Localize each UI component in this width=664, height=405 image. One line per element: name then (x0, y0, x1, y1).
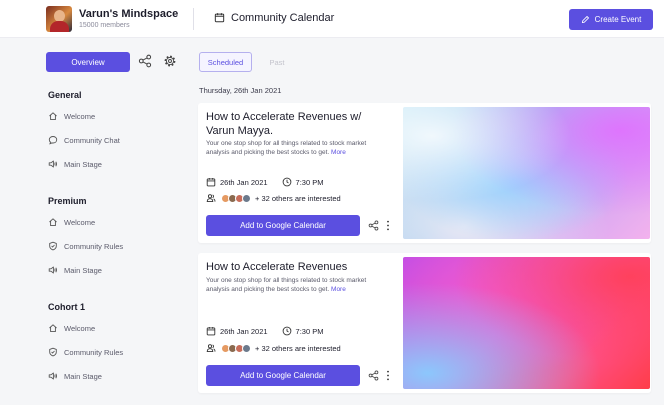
sidebar-item-label: Main Stage (64, 265, 102, 275)
tab-scheduled[interactable]: Scheduled (199, 52, 252, 72)
sidebar-section-premium: Premium (48, 196, 87, 206)
event-time: 7:30 PM (295, 177, 324, 187)
event-card[interactable]: How to Accelerate Revenues Your one stop… (198, 253, 651, 393)
share-icon[interactable] (138, 54, 152, 68)
event-title[interactable]: How to Accelerate Revenues w/ Varun Mayy… (206, 110, 391, 138)
overview-button[interactable]: Overview (46, 52, 130, 72)
users-icon (206, 193, 216, 203)
top-bar: Varun's Mindspace 15000 members Communit… (0, 0, 664, 38)
shield-icon (48, 347, 58, 357)
pencil-icon (581, 16, 589, 24)
sidebar-item-main-stage[interactable]: Main Stage (48, 263, 102, 277)
sidebar-item-label: Welcome (64, 323, 96, 333)
member-count: 15000 members (79, 22, 130, 29)
add-to-google-calendar-button[interactable]: Add to Google Calendar (206, 215, 360, 236)
avatar (242, 193, 251, 203)
event-description: Your one stop shop for all things relate… (206, 140, 386, 157)
sidebar-item-welcome[interactable]: Welcome (48, 321, 95, 335)
sidebar-item-label: Main Stage (64, 159, 102, 169)
event-banner-image (403, 107, 650, 239)
clock-icon (282, 326, 292, 336)
calendar-icon (206, 326, 216, 336)
home-icon (48, 217, 58, 227)
sidebar-item-welcome[interactable]: Welcome (48, 109, 95, 123)
calendar-icon (214, 12, 225, 23)
event-meta: 26th Jan 2021 7:30 PM (206, 177, 323, 187)
header-divider (193, 8, 194, 30)
date-heading: Thursday, 26th Jan 2021 (199, 86, 282, 95)
community-name[interactable]: Varun's Mindspace (79, 8, 178, 20)
more-link[interactable]: More (331, 149, 346, 156)
calendar-icon (206, 177, 216, 187)
interested-users: + 32 others are interested (206, 343, 341, 353)
event-date: 26th Jan 2021 (220, 177, 268, 187)
sidebar-item-label: Welcome (64, 111, 96, 121)
create-event-label: Create Event (594, 15, 642, 24)
sidebar-item-main-stage[interactable]: Main Stage (48, 369, 102, 383)
event-description: Your one stop shop for all things relate… (206, 277, 386, 294)
sidebar-section-cohort-1: Cohort 1 (48, 302, 85, 312)
sidebar-item-community-chat[interactable]: Community Chat (48, 133, 120, 147)
event-meta: 26th Jan 2021 7:30 PM (206, 326, 323, 336)
more-options-icon[interactable] (386, 370, 390, 381)
avatar (242, 343, 251, 353)
event-card[interactable]: How to Accelerate Revenues w/ Varun Mayy… (198, 103, 651, 243)
clock-icon (282, 177, 292, 187)
sidebar-item-label: Community Rules (64, 241, 124, 251)
share-icon[interactable] (368, 370, 379, 381)
sidebar-item-label: Community Chat (64, 135, 120, 145)
speaker-icon (48, 265, 58, 275)
community-avatar[interactable] (46, 6, 72, 32)
speaker-icon (48, 371, 58, 381)
sidebar-item-label: Community Rules (64, 347, 124, 357)
sidebar-item-community-rules[interactable]: Community Rules (48, 345, 123, 359)
more-link[interactable]: More (331, 286, 346, 293)
home-icon (48, 323, 58, 333)
share-icon[interactable] (368, 220, 379, 231)
users-icon (206, 343, 216, 353)
home-icon (48, 111, 58, 121)
sidebar-item-welcome[interactable]: Welcome (48, 215, 95, 229)
event-title[interactable]: How to Accelerate Revenues (206, 260, 391, 274)
more-options-icon[interactable] (386, 220, 390, 231)
sidebar-item-community-rules[interactable]: Community Rules (48, 239, 123, 253)
event-banner-image (403, 257, 650, 389)
sidebar-item-main-stage[interactable]: Main Stage (48, 157, 102, 171)
interested-count: + 32 others are interested (255, 343, 341, 353)
gear-icon[interactable] (163, 54, 177, 68)
interested-count: + 32 others are interested (255, 193, 341, 203)
shield-icon (48, 241, 58, 251)
speaker-icon (48, 159, 58, 169)
event-date: 26th Jan 2021 (220, 326, 268, 336)
chat-icon (48, 135, 58, 145)
sidebar-item-label: Welcome (64, 217, 96, 227)
interested-users: + 32 others are interested (206, 193, 341, 203)
sidebar-section-general: General (48, 90, 82, 100)
add-to-google-calendar-button[interactable]: Add to Google Calendar (206, 365, 360, 386)
event-time: 7:30 PM (295, 326, 324, 336)
create-event-button[interactable]: Create Event (569, 9, 653, 30)
page-title: Community Calendar (231, 12, 335, 24)
tab-past[interactable]: Past (262, 52, 292, 72)
sidebar-item-label: Main Stage (64, 371, 102, 381)
